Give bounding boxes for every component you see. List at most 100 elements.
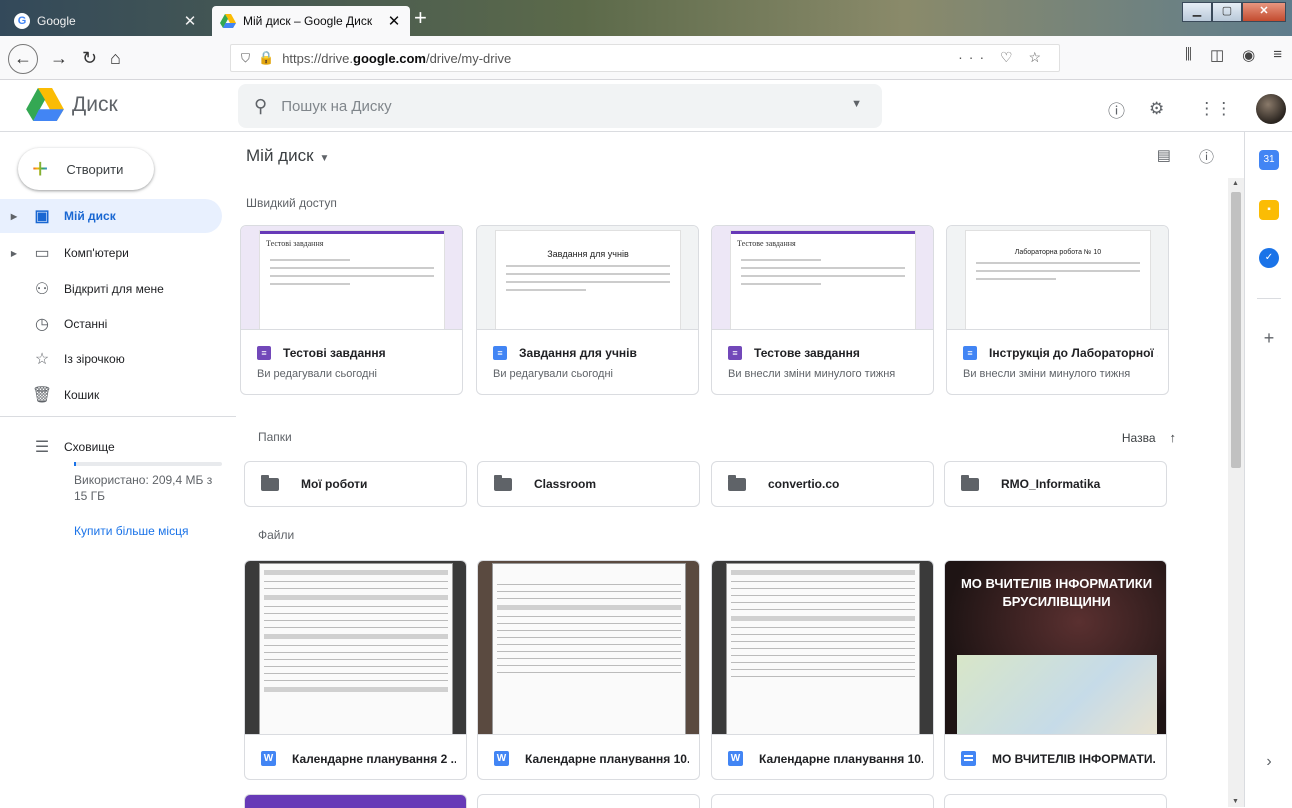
folder-item[interactable]: RMO_Informatika xyxy=(944,461,1167,507)
file-card-partial[interactable] xyxy=(477,794,700,808)
sort-control[interactable]: Назва ↑ xyxy=(1122,430,1176,445)
quick-access-card[interactable]: Тестові завдання ≡ Тестові завдання Ви ре… xyxy=(240,225,463,395)
file-name: Календарне планування 10... xyxy=(525,751,689,766)
help-icon[interactable]: ⓘ xyxy=(1108,97,1125,122)
file-card[interactable]: W Календарне планування 2 ... xyxy=(244,560,467,780)
folder-name: Мої роботи xyxy=(301,477,368,491)
close-window-button[interactable]: ✕ xyxy=(1242,2,1286,22)
close-tab-icon[interactable]: ✕ xyxy=(386,12,402,30)
card-subtitle: Ви редагували сьогодні xyxy=(257,368,377,380)
sidebar-item-label: Комп'ютери xyxy=(64,246,129,260)
sidebar-item-label: Останні xyxy=(64,317,108,331)
scroll-up-arrow-icon[interactable]: ▲ xyxy=(1232,180,1239,187)
quick-access-card[interactable]: Лабораторна робота № 10 ≡ Інструкція до Л… xyxy=(946,225,1169,395)
back-button[interactable]: ← xyxy=(8,44,38,74)
search-options-dropdown-icon[interactable]: ▼ xyxy=(851,98,862,110)
drive-logo[interactable]: Диск xyxy=(26,88,118,121)
search-bar[interactable]: ⚲ Пошук на Диску ▼ xyxy=(238,84,882,128)
avatar[interactable] xyxy=(1256,94,1287,124)
library-icon[interactable]: ⫼ xyxy=(1185,46,1192,64)
expand-arrow-icon[interactable]: ▶ xyxy=(0,249,20,258)
sidebar-toggle-icon[interactable]: ◫ xyxy=(1210,46,1224,64)
folder-item[interactable]: convertio.co xyxy=(711,461,934,507)
search-icon[interactable]: ⚲ xyxy=(254,96,267,117)
side-panel-rail: 31 ▪ ✓ + › xyxy=(1244,132,1292,807)
sidebar-item-computers[interactable]: ▶ ▭ Комп'ютери xyxy=(0,236,222,270)
file-card[interactable]: МО ВЧИТЕЛІВ ІНФОРМАТИКИ БРУСИЛІВЩИНИ МО … xyxy=(944,560,1167,780)
settings-gear-icon[interactable]: ⚙ xyxy=(1149,99,1164,119)
file-card-partial[interactable] xyxy=(944,794,1167,808)
word-icon: W xyxy=(494,751,509,766)
arrow-up-icon[interactable]: ↑ xyxy=(1170,430,1177,445)
reload-icon[interactable]: ↻ xyxy=(82,46,97,70)
tasks-icon[interactable]: ✓ xyxy=(1259,248,1279,268)
slide-title: МО ВЧИТЕЛІВ ІНФОРМАТИКИ БРУСИЛІВЩИНИ xyxy=(960,576,1153,609)
search-input[interactable]: Пошук на Диску xyxy=(281,98,391,115)
keep-icon[interactable]: ▪ xyxy=(1259,200,1279,220)
folder-item[interactable]: Classroom xyxy=(477,461,700,507)
sidebar-item-recent[interactable]: ◷ Останні xyxy=(0,307,222,341)
folder-name: RMO_Informatika xyxy=(1001,477,1101,491)
view-controls: ▤ ⓘ xyxy=(1157,146,1214,167)
scroll-down-arrow-icon[interactable]: ▼ xyxy=(1232,798,1239,805)
plus-icon: + xyxy=(32,153,49,184)
home-icon[interactable]: ⌂ xyxy=(110,46,121,70)
create-button[interactable]: + Створити xyxy=(18,148,154,190)
preview-title: Тестові завдання xyxy=(266,239,324,248)
quick-access-card[interactable]: Завдання для учнів ≡ Завдання для учнів В… xyxy=(476,225,699,395)
calendar-icon[interactable]: 31 xyxy=(1259,150,1279,170)
maximize-button[interactable]: ▢ xyxy=(1212,2,1242,22)
file-card-partial[interactable] xyxy=(244,794,467,808)
page-actions-icons[interactable]: ··· ♡ ☆ xyxy=(958,49,1047,66)
expand-arrow-icon[interactable]: ▶ xyxy=(0,212,20,221)
card-thumbnail: Тестові завдання xyxy=(241,226,462,330)
create-label: Створити xyxy=(66,161,124,177)
divider xyxy=(0,416,236,417)
browser-tab-bar: G Google ✕ Мій диск – Google Диск ✕ + ▁ … xyxy=(0,0,1292,36)
browser-tab-google[interactable]: G Google ✕ xyxy=(6,6,206,36)
sidebar-item-label: Із зірочкою xyxy=(64,352,125,366)
google-drive-icon xyxy=(26,88,64,121)
sidebar-item-trash[interactable]: 🗑 Кошик xyxy=(0,378,222,412)
new-tab-button[interactable]: + xyxy=(414,6,427,30)
scrollbar[interactable]: ▲ ▼ xyxy=(1228,178,1244,807)
card-subtitle: Ви редагували сьогодні xyxy=(493,368,613,380)
scrollbar-thumb[interactable] xyxy=(1231,192,1241,468)
quick-access-card[interactable]: Тестове завдання ≡ Тестове завдання Ви вн… xyxy=(711,225,934,395)
menu-icon[interactable]: ≡ xyxy=(1273,46,1282,64)
list-view-icon[interactable]: ▤ xyxy=(1157,146,1171,167)
file-card-partial[interactable] xyxy=(711,794,934,808)
sidebar-item-starred[interactable]: ☆ Із зірочкою xyxy=(0,342,222,376)
forward-button[interactable]: → xyxy=(50,46,68,70)
breadcrumb[interactable]: Мій диск ▼ xyxy=(246,146,329,166)
buy-storage-link[interactable]: Купити більше місця xyxy=(74,524,188,538)
url-text: https://drive.google.com/drive/my-drive xyxy=(282,50,512,66)
sidebar-item-storage[interactable]: ☰ Сховище xyxy=(0,430,222,464)
file-card[interactable]: W Календарне планування 10... xyxy=(711,560,934,780)
trash-icon: 🗑 xyxy=(31,387,53,404)
account-icon[interactable]: ◉ xyxy=(1242,46,1255,64)
url-bar[interactable]: ⛉ 🔒 https://drive.google.com/drive/my-dr… xyxy=(230,44,1060,72)
sidebar-item-shared[interactable]: ⚇ Відкриті для мене xyxy=(0,272,222,306)
browser-nav-bar: ← → ↻ ⌂ ⛉ 🔒 https://drive.google.com/dri… xyxy=(0,36,1292,80)
add-addon-icon[interactable]: + xyxy=(1259,328,1279,348)
folder-item[interactable]: Мої роботи xyxy=(244,461,467,507)
sidebar-item-my-drive[interactable]: ▶ ▣ Мій диск xyxy=(0,199,222,233)
preview-title: Тестове завдання xyxy=(737,239,796,248)
info-icon[interactable]: ⓘ xyxy=(1199,146,1214,167)
apps-grid-icon[interactable]: ⋮⋮ xyxy=(1198,99,1232,119)
starred-icon: ☆ xyxy=(34,351,50,368)
file-card[interactable]: W Календарне планування 10... xyxy=(477,560,700,780)
my-drive-icon: ▣ xyxy=(34,208,50,225)
minimize-button[interactable]: ▁ xyxy=(1182,2,1212,22)
file-thumbnail xyxy=(478,561,699,735)
sidebar: + Створити ▶ ▣ Мій диск ▶ ▭ Комп'ютери ⚇… xyxy=(0,132,236,807)
file-name: Календарне планування 2 ... xyxy=(292,751,456,766)
chevron-right-icon[interactable]: › xyxy=(1259,752,1279,772)
map-image xyxy=(957,655,1157,734)
storage-progress-bar xyxy=(74,462,222,466)
close-tab-icon[interactable]: ✕ xyxy=(182,12,198,30)
word-icon: W xyxy=(261,751,276,766)
google-icon: G xyxy=(14,13,30,29)
browser-tab-drive[interactable]: Мій диск – Google Диск ✕ xyxy=(212,6,410,36)
